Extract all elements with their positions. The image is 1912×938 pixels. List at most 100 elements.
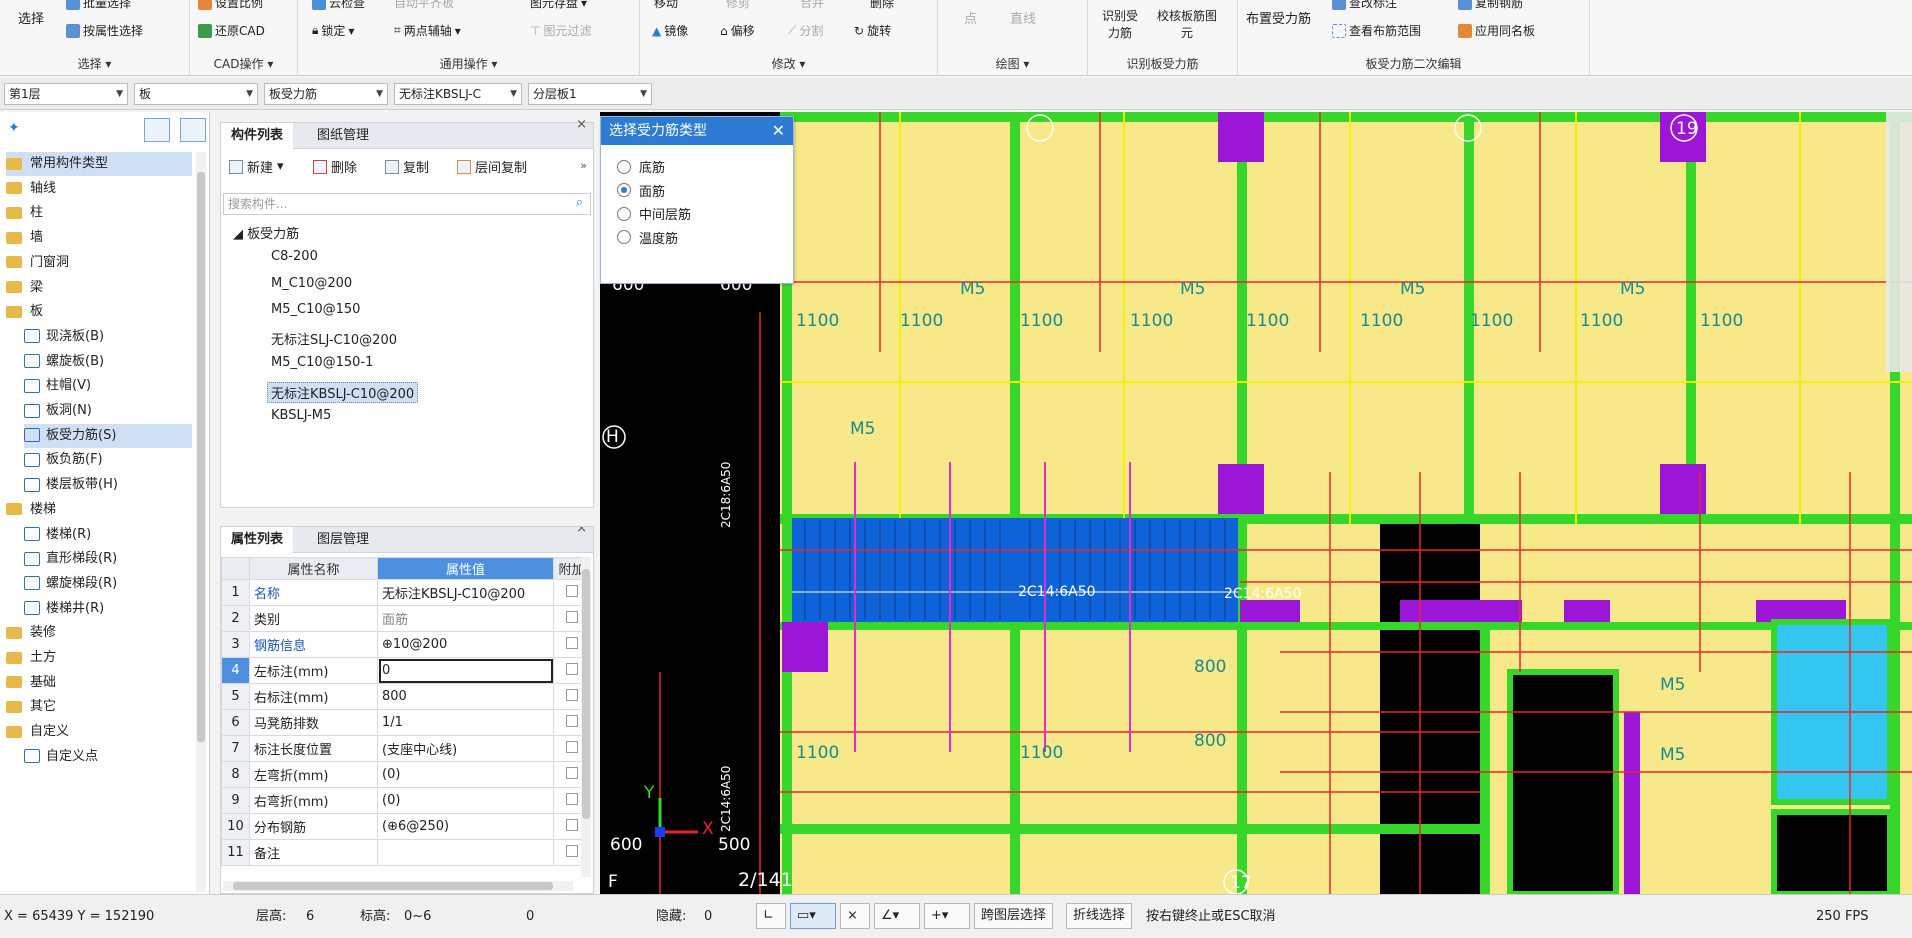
props-hscroll-thumb[interactable] <box>233 882 553 890</box>
nav-item[interactable]: 基础 <box>6 671 192 695</box>
property-value[interactable]: (⊕6@250) <box>377 813 554 840</box>
delete-component-button[interactable]: 删除 <box>313 157 357 176</box>
nav-item[interactable]: 门窗洞 <box>6 251 192 275</box>
additional-checkbox[interactable] <box>565 714 578 727</box>
property-row[interactable]: 4 左标注(mm) 0 <box>221 657 590 684</box>
view-range-button[interactable]: 查看布筋范围 <box>1332 22 1421 39</box>
additional-checkbox[interactable] <box>565 844 578 857</box>
property-row[interactable]: 10 分布钢筋 (⊕6@250) <box>221 813 590 840</box>
nav-item[interactable]: 墙 <box>6 226 192 250</box>
delete-button[interactable]: 删除 <box>870 0 894 11</box>
additional-checkbox[interactable] <box>565 740 578 753</box>
additional-checkbox[interactable] <box>565 610 578 623</box>
nav-item[interactable]: 板受力筋(S) <box>24 423 192 448</box>
additional-checkbox[interactable] <box>565 584 578 597</box>
restore-cad-button[interactable]: 还原CAD <box>198 22 265 39</box>
rebar-type-radio[interactable]: 中间层筋 <box>617 204 691 223</box>
two-point-axis-button[interactable]: ⌗ 两点辅轴 ▾ <box>394 22 461 39</box>
tab-layer-management[interactable]: 图层管理 <box>307 527 379 553</box>
new-button[interactable]: 新建 ▾ <box>229 157 284 176</box>
cross-layer-select-button[interactable]: 跨图层选择 <box>974 903 1054 929</box>
nav-scroll-thumb[interactable] <box>197 172 205 742</box>
nav-item[interactable]: 梁 <box>6 276 192 300</box>
view-toolbar[interactable] <box>1886 112 1912 372</box>
rebar-type-radio[interactable]: 温度筋 <box>617 228 678 247</box>
nav-item[interactable]: 楼梯(R) <box>24 523 192 547</box>
props-hscrollbar[interactable] <box>223 881 573 891</box>
property-value[interactable]: 无标注KBSLJ-C10@200 <box>377 579 554 606</box>
component-item[interactable]: 无标注KBSLJ-C10@200 <box>267 381 419 403</box>
additional-checkbox[interactable] <box>565 636 578 649</box>
close-icon[interactable]: × <box>576 117 587 132</box>
close-icon[interactable]: ✕ <box>772 121 785 140</box>
component-item[interactable]: M5_C10@150-1 <box>271 355 373 370</box>
nav-item[interactable]: 现浇板(B) <box>24 325 192 349</box>
list-view-icon[interactable] <box>144 118 170 142</box>
additional-checkbox[interactable] <box>565 766 578 779</box>
close-icon[interactable]: × <box>576 527 587 536</box>
offset-button[interactable]: ⌂ 偏移 <box>720 22 755 39</box>
mirror-button[interactable]: ▲ 镜像 <box>652 22 688 39</box>
property-row[interactable]: 6 马凳筋排数 1/1 <box>221 709 590 736</box>
property-row[interactable]: 1 名称 无标注KBSLJ-C10@200 <box>221 579 590 606</box>
rotate-button[interactable]: ↻ 旋转 <box>854 22 891 39</box>
trim-button[interactable]: 修剪 <box>726 0 750 11</box>
property-row[interactable]: 8 左弯折(mm) (0) <box>221 761 590 788</box>
batch-select-button[interactable]: 批量选择 <box>66 0 131 11</box>
rebar-type-radio[interactable]: 底筋 <box>617 157 665 176</box>
verify-rebar-button[interactable]: 校核板筋图元 <box>1154 8 1220 42</box>
lock-button[interactable]: 🔒︎ 锁定 ▾ <box>312 22 354 39</box>
search-icon[interactable]: ⌕ <box>576 195 583 210</box>
nav-item[interactable]: 板 <box>6 300 192 324</box>
grid-view-icon[interactable] <box>180 118 206 142</box>
place-rebar-button[interactable]: 布置受力筋 <box>1246 8 1311 27</box>
property-value[interactable]: ⊕10@200 <box>377 631 554 658</box>
apply-same-name-button[interactable]: 应用同名板 <box>1458 22 1535 39</box>
property-row[interactable]: 11 备注 <box>221 839 590 866</box>
props-scrollbar[interactable] <box>581 557 591 877</box>
add-toggle[interactable]: +▾ <box>924 903 970 929</box>
pin-icon[interactable]: ✦ <box>8 120 20 136</box>
nav-item[interactable]: 楼层板带(H) <box>24 473 192 497</box>
auto-flush-button[interactable]: 自动平齐板 <box>394 0 454 11</box>
nav-item[interactable]: 常用构件类型 <box>6 152 192 176</box>
recognize-rebar-button[interactable]: 识别受力筋 <box>1098 8 1142 42</box>
property-row[interactable]: 2 类别 面筋 <box>221 605 590 632</box>
nav-item[interactable]: 装修 <box>6 621 192 645</box>
split-button[interactable]: ⟋ 分割 <box>788 22 823 39</box>
polyline-select-button[interactable]: 折线选择 <box>1066 903 1133 929</box>
nav-item[interactable]: 其它 <box>6 695 192 719</box>
additional-checkbox[interactable] <box>565 792 578 805</box>
property-value[interactable]: (支座中心线) <box>377 735 554 762</box>
property-row[interactable]: 7 标注长度位置 (支座中心线) <box>221 735 590 762</box>
floor-copy-button[interactable]: 层间复制 <box>457 157 527 176</box>
component-item[interactable]: KBSLJ-M5 <box>271 408 331 423</box>
component-item[interactable]: M5_C10@150 <box>271 302 360 317</box>
nav-scrollbar[interactable] <box>196 152 206 892</box>
category-select[interactable]: 板 ▼ <box>134 83 258 105</box>
tab-drawing-management[interactable]: 图纸管理 <box>307 123 379 149</box>
search-input[interactable]: 搜索构件... <box>223 193 591 215</box>
nav-item[interactable]: 板洞(N) <box>24 399 192 423</box>
property-value[interactable] <box>377 839 554 866</box>
additional-checkbox[interactable] <box>565 662 578 675</box>
layer-select[interactable]: 分层板1 ▼ <box>528 83 652 105</box>
selected-rebar-area[interactable] <box>792 518 1238 622</box>
property-value[interactable]: (0) <box>377 761 554 788</box>
copy-button[interactable]: 复制 <box>385 157 429 176</box>
merge-button[interactable]: 合并 <box>800 0 824 11</box>
type-select[interactable]: 板受力筋 ▼ <box>264 83 388 105</box>
copy-rebar-button[interactable]: 复制钢筋 <box>1458 0 1523 11</box>
rebar-type-radio[interactable]: 面筋 <box>617 181 665 200</box>
component-item[interactable]: M_C10@200 <box>271 276 352 291</box>
property-value[interactable]: 1/1 <box>377 709 554 736</box>
component-item[interactable]: C8-200 <box>271 249 318 264</box>
more-icon[interactable]: » <box>580 159 587 172</box>
select-by-property-button[interactable]: 按属性选择 <box>66 22 143 39</box>
tree-root[interactable]: ◢ 板受力筋 <box>233 223 299 242</box>
nav-item[interactable]: 直形梯段(R) <box>24 547 192 571</box>
select-button[interactable]: 选择 <box>18 8 44 27</box>
additional-checkbox[interactable] <box>565 688 578 701</box>
nav-item[interactable]: 螺旋板(B) <box>24 350 192 374</box>
property-row[interactable]: 9 右弯折(mm) (0) <box>221 787 590 814</box>
